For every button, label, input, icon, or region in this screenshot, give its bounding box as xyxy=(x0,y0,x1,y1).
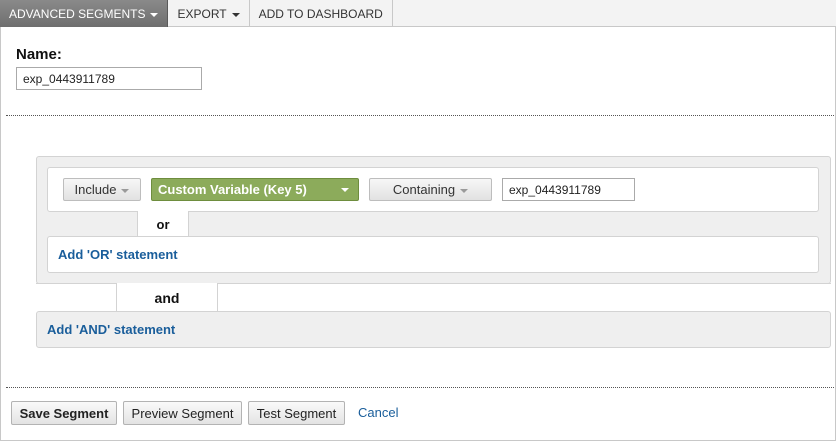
chevron-down-icon xyxy=(231,12,240,17)
save-segment-button[interactable]: Save Segment xyxy=(11,401,117,425)
divider-top xyxy=(6,115,834,116)
advanced-segments-tab[interactable]: ADVANCED SEGMENTS xyxy=(0,0,169,27)
include-select[interactable]: Include xyxy=(63,178,141,201)
dimension-label: Custom Variable (Key 5) xyxy=(158,182,307,197)
chevron-down-icon xyxy=(150,12,159,17)
advanced-segments-label: ADVANCED SEGMENTS xyxy=(9,6,146,21)
and-tab-border-left xyxy=(36,283,117,284)
chevron-down-icon xyxy=(341,188,349,192)
segment-name-input[interactable] xyxy=(16,67,202,90)
add-and-row: Add 'AND' statement xyxy=(36,311,831,348)
add-to-dashboard-label: ADD TO DASHBOARD xyxy=(258,6,383,21)
match-type-label: Containing xyxy=(392,182,456,197)
or-connector: or xyxy=(137,211,189,237)
add-and-statement-link[interactable]: Add 'AND' statement xyxy=(47,322,175,337)
condition-value-input[interactable] xyxy=(502,178,635,201)
add-to-dashboard-button[interactable]: ADD TO DASHBOARD xyxy=(250,0,393,27)
chevron-down-icon xyxy=(121,188,130,193)
test-segment-button[interactable]: Test Segment xyxy=(248,401,345,425)
toolbar: ADVANCED SEGMENTS EXPORT ADD TO DASHBOAR… xyxy=(0,0,836,27)
include-label: Include xyxy=(74,182,117,197)
preview-segment-button[interactable]: Preview Segment xyxy=(123,401,242,425)
and-connector: and xyxy=(116,283,218,312)
divider-bottom xyxy=(6,387,834,388)
name-label: Name: xyxy=(16,46,62,63)
export-label: EXPORT xyxy=(177,6,227,21)
cancel-link[interactable]: Cancel xyxy=(358,405,398,420)
chevron-down-icon xyxy=(460,188,469,193)
add-or-row: Add 'OR' statement xyxy=(47,236,819,273)
match-type-select[interactable]: Containing xyxy=(369,178,492,201)
dimension-select[interactable]: Custom Variable (Key 5) xyxy=(151,178,359,201)
export-menu[interactable]: EXPORT xyxy=(168,0,250,27)
and-tab-border-right xyxy=(217,283,831,284)
add-or-statement-link[interactable]: Add 'OR' statement xyxy=(58,247,178,262)
